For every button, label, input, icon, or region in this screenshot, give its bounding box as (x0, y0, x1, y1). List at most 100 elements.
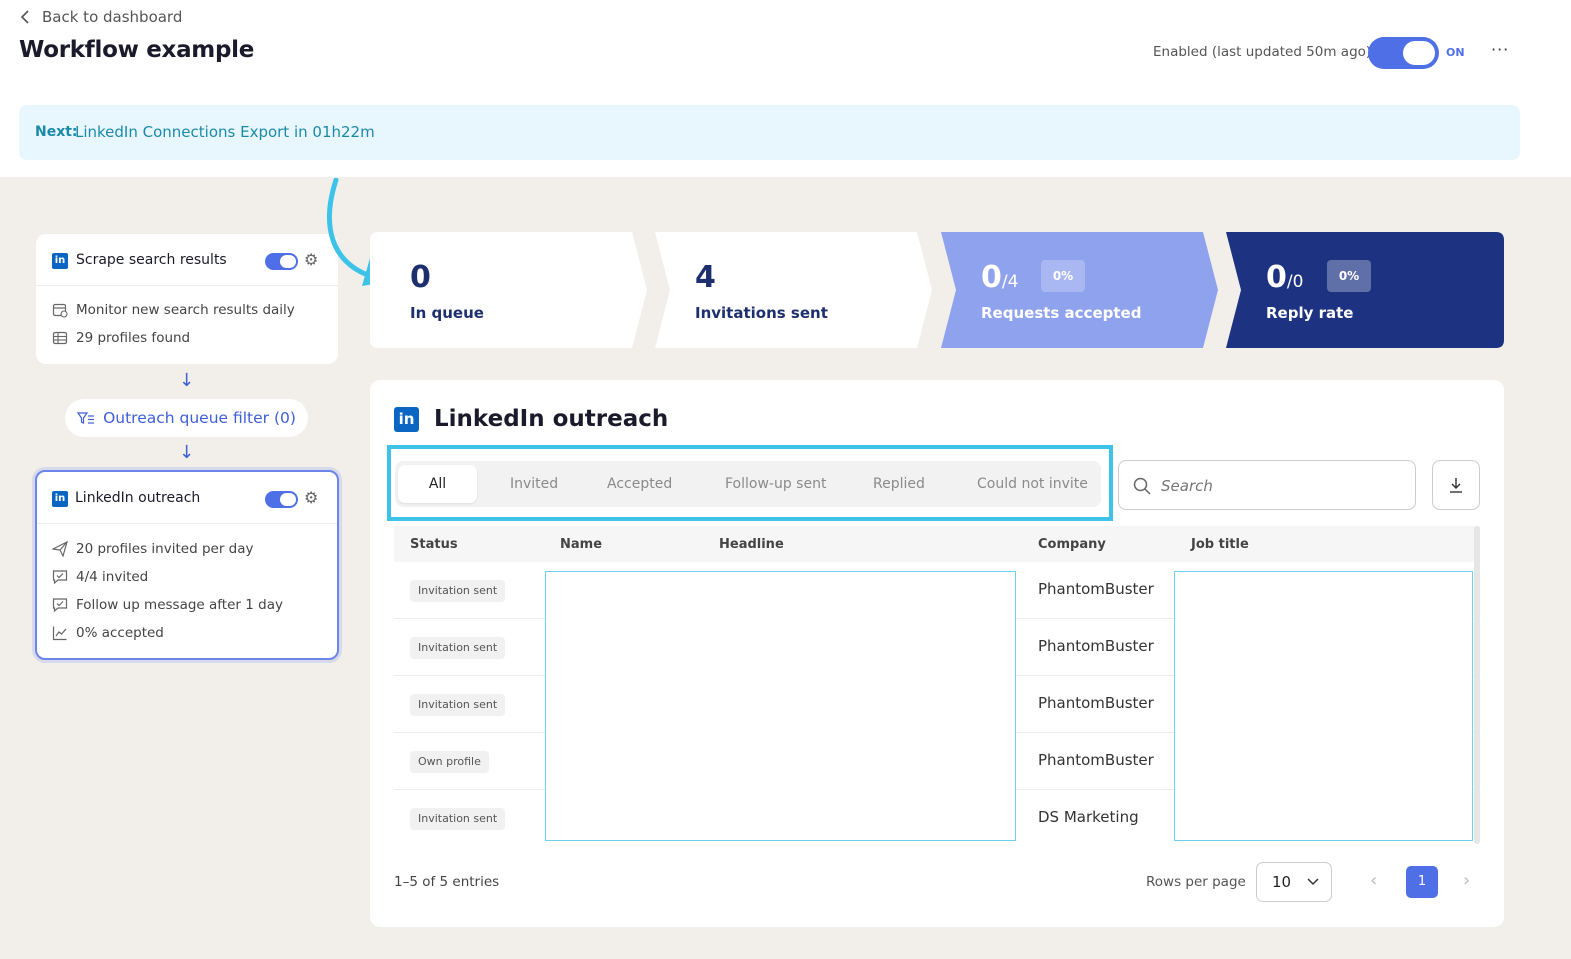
stat-total: /4 (1001, 272, 1019, 292)
more-horizontal-icon: ··· (1491, 40, 1510, 59)
arrow-down-icon: ↓ (179, 370, 195, 391)
stat-number: 0 (1266, 260, 1287, 295)
arrow-down-icon: ↓ (179, 442, 195, 463)
stat-in-queue: 0 In queue (370, 232, 650, 348)
scrape-search-node[interactable]: in Scrape search results ⚙ Monitor new s… (36, 234, 338, 364)
company-cell: PhantomBuster (1038, 637, 1154, 655)
back-label: Back to dashboard (42, 8, 183, 26)
toggle-on-label: ON (1446, 46, 1465, 59)
toggle-knob (280, 493, 296, 506)
node-row: Monitor new search results daily (52, 302, 295, 318)
stat-label: Reply rate (1266, 304, 1354, 322)
stat-requests-accepted: 0/4 0% Requests accepted (941, 232, 1221, 348)
outreach-queue-filter-button[interactable]: Outreach queue filter (0) (65, 399, 308, 437)
outreach-toggle[interactable] (265, 491, 298, 508)
column-header[interactable]: Company (1038, 537, 1106, 552)
node-title: Scrape search results (76, 252, 227, 268)
message-check-icon (52, 598, 68, 613)
gear-icon[interactable]: ⚙ (304, 488, 318, 507)
node-row: 20 profiles invited per day (52, 541, 254, 557)
chevron-left-icon (20, 10, 29, 24)
stat-value: 0 (410, 260, 431, 295)
search-input[interactable] (1161, 473, 1401, 499)
status-badge: Own profile (410, 751, 489, 773)
status-badge: Invitation sent (410, 580, 506, 602)
status-badge: Invitation sent (410, 808, 506, 830)
stat-total: /0 (1286, 272, 1304, 292)
stat-value: 4 (695, 260, 716, 295)
linkedin-outreach-node[interactable]: in LinkedIn outreach ⚙ 20 profiles invit… (35, 470, 339, 660)
download-button[interactable] (1432, 460, 1480, 510)
tabs-highlight-box (387, 445, 1113, 521)
panel-title: LinkedIn outreach (434, 406, 669, 432)
node-header: in Scrape search results ⚙ (36, 234, 338, 286)
node-row: 29 profiles found (52, 330, 190, 346)
next-run-text: LinkedIn Connections Export in 01h22m (75, 123, 375, 141)
company-cell: PhantomBuster (1038, 694, 1154, 712)
node-row: 0% accepted (52, 625, 164, 641)
column-header[interactable]: Status (410, 537, 458, 552)
table-header: Status Name Headline Company Job title (394, 526, 1480, 562)
search-icon (1133, 477, 1151, 495)
search-field[interactable] (1118, 460, 1416, 510)
gear-icon[interactable]: ⚙ (304, 250, 318, 269)
column-header[interactable]: Job title (1191, 537, 1249, 552)
stat-number: 0 (981, 260, 1002, 295)
rows-per-page-value: 10 (1272, 873, 1292, 891)
stat-label: In queue (410, 304, 484, 322)
redacted-job-title-block (1174, 571, 1473, 841)
chevron-down-icon (1307, 878, 1319, 886)
node-row: Follow up message after 1 day (52, 597, 283, 613)
company-cell: PhantomBuster (1038, 580, 1154, 598)
message-check-icon (52, 570, 68, 585)
stat-reply-rate: 0/0 0% Reply rate (1226, 232, 1504, 348)
linkedin-icon: in (52, 253, 68, 269)
node-header: in LinkedIn outreach ⚙ (37, 472, 337, 524)
next-run-banner: Next: LinkedIn Connections Export in 01h… (19, 105, 1520, 160)
node-title: LinkedIn outreach (75, 490, 201, 506)
row-text: Follow up message after 1 day (76, 597, 283, 613)
more-options-button[interactable]: ··· (1491, 40, 1509, 59)
page-title: Workflow example (19, 37, 255, 63)
rows-per-page-select[interactable]: 10 (1256, 862, 1332, 902)
linkedin-outreach-panel: in LinkedIn outreach All Invited Accepte… (370, 380, 1504, 927)
stat-label: Invitations sent (695, 304, 828, 322)
next-prefix: Next: (35, 124, 78, 140)
row-text: 20 profiles invited per day (76, 541, 254, 557)
table-icon (52, 331, 68, 345)
company-cell: PhantomBuster (1038, 751, 1154, 769)
stat-label: Requests accepted (981, 304, 1142, 322)
scrape-toggle[interactable] (265, 253, 298, 270)
download-icon (1450, 478, 1462, 493)
prev-page-button[interactable]: ‹ (1370, 870, 1377, 891)
column-header[interactable]: Name (560, 537, 602, 552)
header-area: Back to dashboard Workflow example Enabl… (0, 0, 1571, 177)
next-page-button[interactable]: › (1463, 870, 1470, 891)
filter-label: Outreach queue filter (0) (103, 409, 296, 427)
company-cell: DS Marketing (1038, 808, 1139, 826)
back-to-dashboard-link[interactable]: Back to dashboard (20, 8, 182, 26)
row-text: 29 profiles found (76, 330, 191, 346)
toggle-knob (1403, 41, 1435, 65)
stat-percent-badge: 0% (1041, 260, 1085, 292)
chevron-left-icon: ‹ (1370, 870, 1378, 891)
column-header[interactable]: Headline (719, 537, 784, 552)
row-text: 4/4 invited (76, 569, 149, 585)
node-row: 4/4 invited (52, 569, 148, 585)
send-icon (52, 541, 68, 557)
line-chart-icon (52, 626, 67, 641)
filter-icon (77, 412, 95, 424)
calendar-clock-icon (52, 303, 68, 318)
status-badge: Invitation sent (410, 694, 506, 716)
toggle-knob (280, 255, 296, 268)
table-scrollbar[interactable] (1474, 526, 1480, 844)
chevron-right-icon: › (1463, 870, 1471, 891)
current-page-button[interactable]: 1 (1406, 866, 1438, 898)
rows-per-page-label: Rows per page (1146, 874, 1246, 890)
linkedin-icon: in (52, 491, 68, 507)
redacted-name-headline-block (545, 571, 1016, 841)
entries-count: 1–5 of 5 entries (394, 874, 500, 890)
enabled-status-text: Enabled (last updated 50m ago) (1153, 44, 1372, 60)
status-badge: Invitation sent (410, 637, 506, 659)
workflow-enabled-toggle[interactable] (1368, 37, 1439, 69)
